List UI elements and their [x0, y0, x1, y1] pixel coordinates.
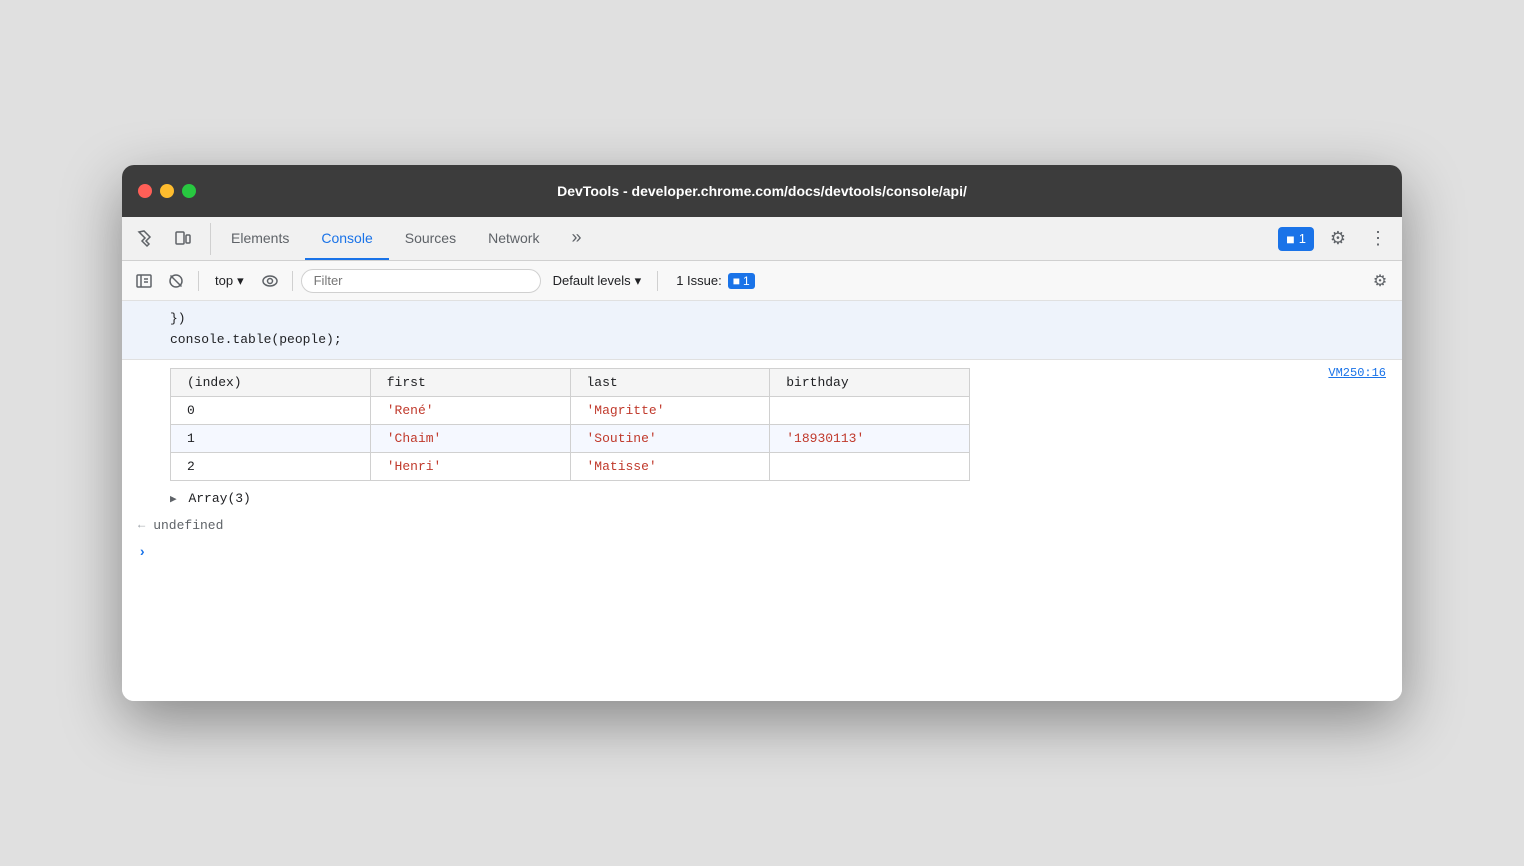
tab-elements[interactable]: Elements [215, 217, 305, 260]
main-tabs: Elements Console Sources Network » [215, 217, 1278, 260]
code-line-2: console.table(people); [170, 330, 1386, 351]
separator-3 [657, 271, 658, 291]
levels-selector[interactable]: Default levels ▾ [545, 269, 650, 293]
table-container: (index) first last birthday 0'René''Magr… [122, 364, 1328, 485]
cell-first: 'Henri' [370, 452, 570, 480]
issues-count: 1 [743, 274, 750, 288]
tab-network[interactable]: Network [472, 217, 555, 260]
badge-count: 1 [1299, 231, 1306, 246]
issues-icon: ■ [1286, 231, 1294, 247]
tabbar: Elements Console Sources Network » ■ 1 ⚙… [122, 217, 1402, 261]
table-row: 0'René''Magritte' [171, 396, 970, 424]
cell-index: 2 [171, 452, 371, 480]
cell-first: 'René' [370, 396, 570, 424]
tab-console[interactable]: Console [305, 217, 388, 260]
col-header-first: first [370, 368, 570, 396]
clear-console-btn[interactable] [162, 267, 190, 295]
cell-index: 1 [171, 424, 371, 452]
table-row: 2'Henri''Matisse' [171, 452, 970, 480]
col-header-index: (index) [171, 368, 371, 396]
separator-1 [198, 271, 199, 291]
table-row: 1'Chaim''Soutine''18930113' [171, 424, 970, 452]
filter-input[interactable] [301, 269, 541, 293]
devtools-window: DevTools - developer.chrome.com/docs/dev… [122, 165, 1402, 701]
code-area: }) console.table(people); [122, 301, 1402, 360]
array-expand[interactable]: ▶ Array(3) [122, 485, 1402, 512]
issues-count-badge: ■ 1 [728, 273, 755, 289]
issues-text: 1 Issue: [676, 273, 722, 288]
expand-arrow-icon: ▶ [170, 494, 177, 506]
code-line-1: }) [170, 309, 1386, 330]
undefined-line: ← undefined [122, 512, 1402, 539]
issues-badge-btn[interactable]: ■ 1 [1278, 227, 1314, 251]
levels-chevron-icon: ▾ [635, 273, 642, 289]
issues-icon-small: ■ [733, 274, 740, 288]
traffic-lights [138, 184, 196, 198]
undefined-text: undefined [153, 518, 223, 533]
console-toolbar: top ▾ Default levels ▾ 1 Issue: ■ 1 ⚙ [122, 261, 1402, 301]
window-title: DevTools - developer.chrome.com/docs/dev… [557, 183, 967, 199]
device-tool[interactable] [166, 223, 198, 255]
issues-button[interactable]: 1 Issue: ■ 1 [666, 269, 764, 293]
titlebar: DevTools - developer.chrome.com/docs/dev… [122, 165, 1402, 217]
cell-last: 'Soutine' [570, 424, 770, 452]
console-content: }) console.table(people); VM250:16 (inde… [122, 301, 1402, 701]
cell-birthday: '18930113' [770, 424, 970, 452]
vm-link[interactable]: VM250:16 [1328, 362, 1402, 384]
settings-icon-btn[interactable]: ⚙ [1322, 223, 1354, 255]
col-header-birthday: birthday [770, 368, 970, 396]
return-arrow-icon: ← [138, 518, 145, 532]
vm-link-container: VM250:16 [122, 360, 1402, 364]
array-label: Array(3) [188, 491, 250, 506]
context-selector[interactable]: top ▾ [207, 269, 252, 293]
table-body: 0'René''Magritte'1'Chaim''Soutine''18930… [171, 396, 970, 480]
separator-2 [292, 271, 293, 291]
prompt-chevron-icon: › [138, 545, 146, 561]
maximize-button[interactable] [182, 184, 196, 198]
inspector-tool[interactable] [130, 223, 162, 255]
close-button[interactable] [138, 184, 152, 198]
cell-first: 'Chaim' [370, 424, 570, 452]
more-options-btn[interactable]: ⋮ [1362, 223, 1394, 255]
minimize-button[interactable] [160, 184, 174, 198]
context-label: top [215, 273, 233, 288]
levels-label: Default levels [553, 273, 631, 288]
tab-sources[interactable]: Sources [389, 217, 472, 260]
cell-last: 'Matisse' [570, 452, 770, 480]
console-settings-btn[interactable]: ⚙ [1366, 267, 1394, 295]
col-header-last: last [570, 368, 770, 396]
cell-birthday [770, 452, 970, 480]
eye-btn[interactable] [256, 267, 284, 295]
cell-index: 0 [171, 396, 371, 424]
console-table: (index) first last birthday 0'René''Magr… [170, 368, 970, 481]
table-header-row: (index) first last birthday [171, 368, 970, 396]
more-tabs-button[interactable]: » [555, 217, 597, 260]
devtools-tools [130, 223, 211, 255]
chevron-down-icon: ▾ [237, 273, 244, 289]
sidebar-toggle-btn[interactable] [130, 267, 158, 295]
prompt-line[interactable]: › [122, 539, 1402, 567]
cell-birthday [770, 396, 970, 424]
cell-last: 'Magritte' [570, 396, 770, 424]
tabbar-right: ■ 1 ⚙ ⋮ [1278, 223, 1394, 255]
